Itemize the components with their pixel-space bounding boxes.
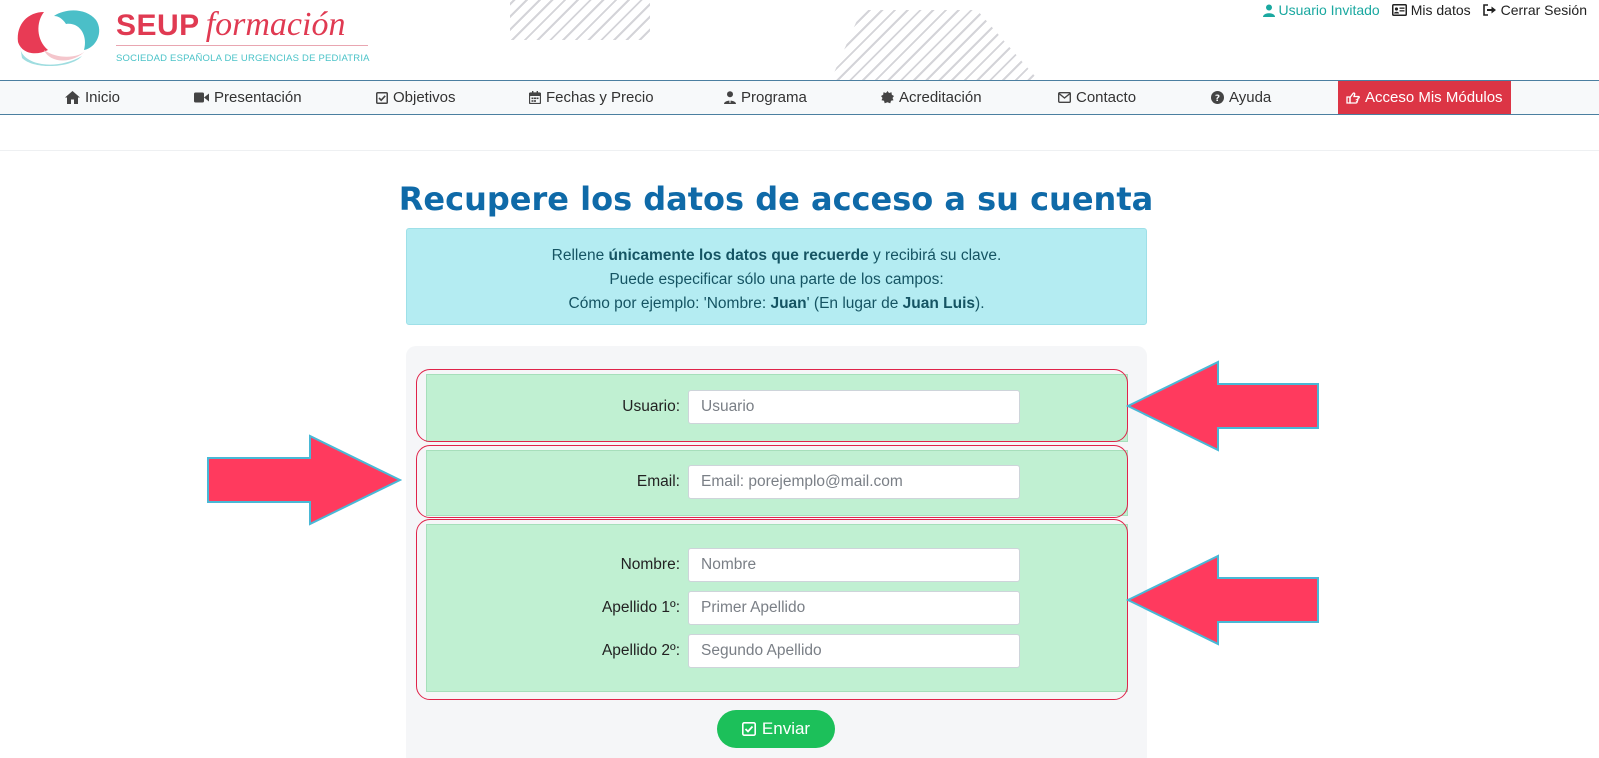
brand-subtitle: SOCIEDAD ESPAÑOLA DE URGENCIAS DE PEDIAT… <box>116 53 370 64</box>
nav-item-contacto[interactable]: Contacto <box>1058 81 1136 114</box>
nav-label: Contacto <box>1076 89 1137 106</box>
enviar-button[interactable]: Enviar <box>717 710 835 748</box>
info-alert: Rellene únicamente los datos que recuerd… <box>406 228 1147 325</box>
usuario-input[interactable] <box>688 390 1020 424</box>
checkbox-icon <box>741 722 756 736</box>
info-bold-text: únicamente los datos que recuerde <box>608 247 869 264</box>
nav-label: Acceso Mis Módulos <box>1365 89 1503 106</box>
enviar-label: Enviar <box>761 719 811 738</box>
question-circle-icon: ? <box>1211 91 1224 104</box>
brand-divider <box>116 45 368 46</box>
id-card-icon <box>1391 4 1407 16</box>
nav-item-acreditacion[interactable]: Acreditación <box>881 81 982 114</box>
email-row: Email: <box>426 465 1128 499</box>
nav-label: Programa <box>741 89 807 106</box>
guest-user-label: Usuario Invitado <box>1278 2 1380 18</box>
mis-datos-link[interactable]: Mis datos <box>1391 2 1471 18</box>
info-text: y recibirá su clave. <box>868 247 1002 264</box>
info-bold-text: Juan <box>770 295 807 312</box>
brand-wordmark[interactable]: SEUP formación <box>116 6 345 44</box>
info-bold-text: Juan Luis <box>902 295 976 312</box>
nombre-input[interactable] <box>688 548 1020 582</box>
guest-user-link[interactable]: Usuario Invitado <box>1262 2 1380 18</box>
nav-label: Ayuda <box>1229 89 1272 106</box>
nav-item-acceso-modulos[interactable]: Acceso Mis Módulos <box>1338 81 1511 114</box>
nav-label: Presentación <box>214 89 302 106</box>
video-icon <box>194 92 209 103</box>
user-links: Usuario Invitado Mis datos Cerrar Sesión <box>1262 2 1587 18</box>
user-icon <box>1262 4 1275 17</box>
divider <box>0 150 1599 151</box>
nombre-row: Nombre: <box>426 548 1128 582</box>
nav-label: Objetivos <box>393 89 456 106</box>
nombre-label: Nombre: <box>620 556 680 573</box>
nav-label: Inicio <box>85 89 121 106</box>
seup-logo-icon[interactable] <box>14 6 104 70</box>
arrow-left-icon <box>1126 554 1319 646</box>
arrow-left-icon <box>1126 360 1319 452</box>
user-tie-icon <box>724 91 736 104</box>
info-line-3: Cómo por ejemplo: 'Nombre: Juan' (En lug… <box>407 292 1146 316</box>
envelope-icon <box>1058 92 1071 103</box>
apellido2-row: Apellido 2º: <box>426 634 1128 668</box>
checkbox-icon <box>376 91 388 104</box>
brand-main: SEUP <box>116 9 200 42</box>
info-line-1: Rellene únicamente los datos que recuerd… <box>407 244 1146 268</box>
home-icon <box>65 91 80 104</box>
email-label: Email: <box>636 473 680 490</box>
info-line-2: Puede especificar sólo una parte de los … <box>609 271 944 288</box>
nav-label: Fechas y Precio <box>546 89 654 106</box>
nav-item-inicio[interactable]: Inicio <box>65 81 120 114</box>
logout-label: Cerrar Sesión <box>1500 2 1587 18</box>
brand-script: formación <box>205 6 346 43</box>
info-text: Cómo por ejemplo: 'Nombre: <box>568 295 771 312</box>
apellido1-input[interactable] <box>688 591 1020 625</box>
info-text: ). <box>975 295 985 312</box>
svg-text:?: ? <box>1215 94 1220 104</box>
certificate-icon <box>881 91 894 104</box>
usuario-row: Usuario: <box>426 390 1128 424</box>
nav-item-objetivos[interactable]: Objetivos <box>376 81 456 114</box>
apellido2-label: Apellido 2º: <box>601 642 680 659</box>
apellido2-input[interactable] <box>688 634 1020 668</box>
apellido1-label: Apellido 1º: <box>601 599 680 616</box>
main-navbar: Inicio Presentación Objetivos Fechas y P… <box>0 80 1599 115</box>
info-text: ' (En lugar de <box>806 295 903 312</box>
nav-item-presentacion[interactable]: Presentación <box>194 81 302 114</box>
nav-item-ayuda[interactable]: ? Ayuda <box>1211 81 1271 114</box>
site-header: SEUP formación SOCIEDAD ESPAÑOLA DE URGEN… <box>0 0 1599 80</box>
info-text: Rellene <box>551 247 609 264</box>
calendar-icon <box>529 91 541 104</box>
nav-item-fechas-precio[interactable]: Fechas y Precio <box>529 81 654 114</box>
nav-item-programa[interactable]: Programa <box>724 81 807 114</box>
arrow-right-icon <box>207 434 402 526</box>
mis-datos-label: Mis datos <box>1410 2 1471 18</box>
hand-point-icon <box>1346 91 1360 104</box>
sign-out-icon <box>1482 4 1496 16</box>
usuario-label: Usuario: <box>622 398 680 415</box>
page-title: Recupere los datos de acceso a su cuenta <box>398 180 1154 218</box>
email-input[interactable] <box>688 465 1020 499</box>
decorative-stripes <box>510 0 650 40</box>
nav-label: Acreditación <box>899 89 982 106</box>
logout-link[interactable]: Cerrar Sesión <box>1482 2 1587 18</box>
apellido1-row: Apellido 1º: <box>426 591 1128 625</box>
decorative-stripes <box>830 10 1040 80</box>
